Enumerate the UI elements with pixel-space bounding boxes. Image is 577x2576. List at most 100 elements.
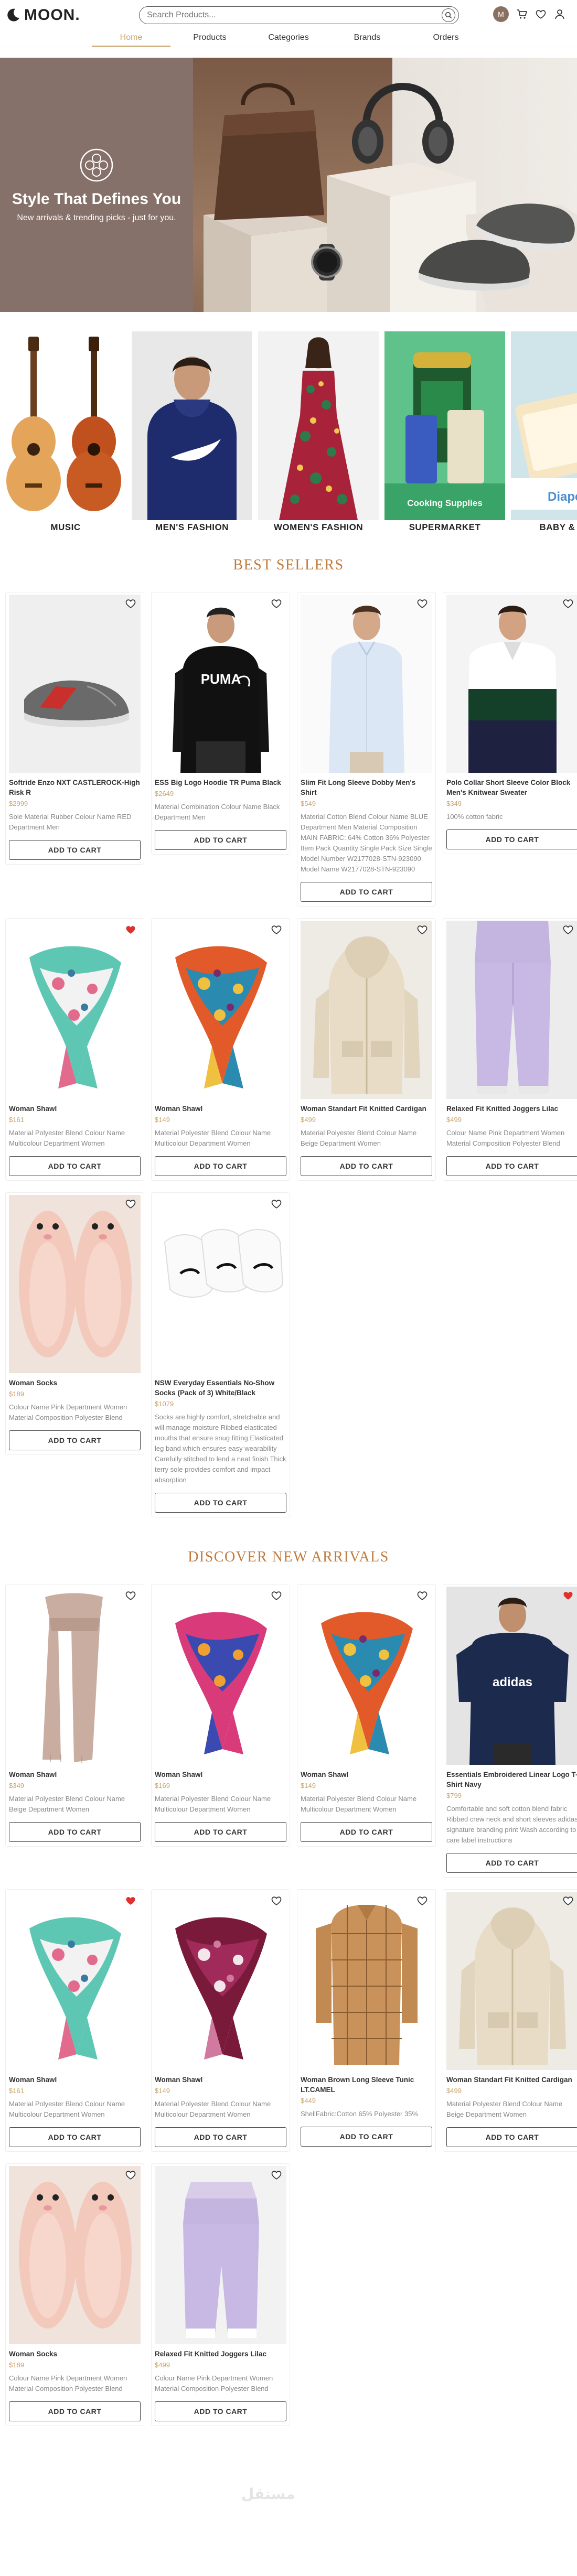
svg-text:PUMA: PUMA xyxy=(201,671,241,687)
add-to-cart-button[interactable]: ADD TO CART xyxy=(446,2127,577,2147)
favorite-icon[interactable] xyxy=(271,924,282,935)
add-to-cart-button[interactable]: ADD TO CART xyxy=(155,1822,286,1842)
product-description: Comfortable and soft cotton blend fabric… xyxy=(446,1805,577,1844)
heart-icon[interactable] xyxy=(535,8,547,20)
favorite-icon[interactable] xyxy=(562,598,574,609)
product-price: $499 xyxy=(446,1116,462,1124)
add-to-cart-button[interactable]: ADD TO CART xyxy=(9,840,141,860)
product-image xyxy=(9,921,141,1099)
add-to-cart-button[interactable]: ADD TO CART xyxy=(9,1822,141,1842)
category-card[interactable]: MUSIC xyxy=(5,331,126,531)
nav-brands[interactable]: Brands xyxy=(328,30,407,47)
favorite-icon[interactable] xyxy=(416,598,428,609)
product-image xyxy=(301,1892,432,2070)
product-card[interactable]: Woman Socks $189 Colour Name Pink Depart… xyxy=(5,2163,144,2426)
product-card[interactable]: Polo Collar Short Sleeve Color Block Men… xyxy=(443,592,577,854)
product-card[interactable]: Woman Shawl $149 Material Polyester Blen… xyxy=(297,1584,436,1847)
add-to-cart-button[interactable]: ADD TO CART xyxy=(446,1156,577,1176)
favorite-icon[interactable] xyxy=(271,2169,282,2181)
category-card[interactable]: WOMEN'S FASHION xyxy=(258,331,379,531)
product-card[interactable]: Woman Shawl $161 Material Polyester Blen… xyxy=(5,918,144,1181)
product-description: Material Polyester Blend Colour Name Mul… xyxy=(155,1795,271,1813)
add-to-cart-button[interactable]: ADD TO CART xyxy=(155,1156,286,1176)
product-card[interactable]: Slim Fit Long Sleeve Dobby Men's Shirt $… xyxy=(297,592,436,907)
add-to-cart-button[interactable]: ADD TO CART xyxy=(301,882,432,902)
product-image xyxy=(155,1195,286,1373)
product-card[interactable]: Woman Standart Fit Knitted Cardigan $499… xyxy=(443,1889,577,2152)
search-button[interactable] xyxy=(442,8,455,22)
product-card[interactable]: Woman Shawl $349 Material Polyester Blen… xyxy=(5,1584,144,1847)
hero-banner[interactable]: Style That Defines You New arrivals & tr… xyxy=(0,58,577,312)
product-name: Woman Standart Fit Knitted Cardigan xyxy=(301,1105,426,1113)
product-description: Colour Name Pink Department Women Materi… xyxy=(155,2374,273,2392)
product-card[interactable]: Woman Shawl $161 Material Polyester Blen… xyxy=(5,1889,144,2152)
product-card[interactable]: Woman Brown Long Sleeve Tunic LT.CAMEL $… xyxy=(297,1889,436,2151)
product-card[interactable]: Woman Standart Fit Knitted Cardigan $499… xyxy=(297,918,436,1181)
user-icon[interactable] xyxy=(554,8,565,20)
favorite-icon[interactable] xyxy=(562,1895,574,1906)
product-card[interactable]: PUMA ESS Big Logo Hoodie TR Puma Black $… xyxy=(151,592,290,855)
category-card[interactable]: Cooking Supplies SUPERMARKET xyxy=(384,331,505,531)
add-to-cart-button[interactable]: ADD TO CART xyxy=(446,1853,577,1873)
favorite-icon[interactable] xyxy=(416,924,428,935)
product-name: Woman Shawl xyxy=(155,1105,203,1113)
favorite-icon[interactable] xyxy=(416,1590,428,1601)
add-to-cart-button[interactable]: ADD TO CART xyxy=(155,830,286,850)
product-price: $149 xyxy=(155,2087,170,2095)
product-card[interactable]: Softride Enzo NXT CASTLEROCK-High Risk R… xyxy=(5,592,144,865)
favorite-icon[interactable] xyxy=(416,1895,428,1906)
favorite-icon[interactable] xyxy=(125,598,136,609)
nav-products[interactable]: Products xyxy=(170,30,249,47)
category-card[interactable]: MEN'S FASHION xyxy=(132,331,252,531)
favorite-filled-icon[interactable] xyxy=(562,1590,574,1601)
product-price: $169 xyxy=(155,1782,170,1790)
add-to-cart-button[interactable]: ADD TO CART xyxy=(301,2127,432,2147)
nav-home[interactable]: Home xyxy=(92,30,170,47)
favorite-icon[interactable] xyxy=(271,1590,282,1601)
product-name: Woman Shawl xyxy=(9,1771,57,1779)
add-to-cart-button[interactable]: ADD TO CART xyxy=(9,1430,141,1450)
product-card[interactable]: Woman Shawl $149 Material Polyester Blen… xyxy=(151,918,290,1181)
category-card[interactable]: Diaper BABY & TOYS xyxy=(511,331,577,531)
product-price: $149 xyxy=(155,1116,170,1124)
nav-orders[interactable]: Orders xyxy=(407,30,485,47)
favorite-icon[interactable] xyxy=(125,1198,136,1210)
add-to-cart-button[interactable]: ADD TO CART xyxy=(155,2127,286,2147)
add-to-cart-button[interactable]: ADD TO CART xyxy=(446,829,577,849)
add-to-cart-button[interactable]: ADD TO CART xyxy=(301,1156,432,1176)
product-card[interactable]: Woman Socks $189 Colour Name Pink Depart… xyxy=(5,1192,144,1455)
product-description: Material Polyester Blend Colour Name Bei… xyxy=(9,1795,125,1813)
add-to-cart-button[interactable]: ADD TO CART xyxy=(9,2401,141,2421)
favorite-icon[interactable] xyxy=(271,1198,282,1210)
product-price: $161 xyxy=(9,2087,24,2095)
nav-categories[interactable]: Categories xyxy=(249,30,328,47)
favorite-filled-icon[interactable] xyxy=(125,1895,136,1906)
search-input[interactable] xyxy=(147,10,442,20)
add-to-cart-button[interactable]: ADD TO CART xyxy=(155,2401,286,2421)
logo[interactable]: MOON. xyxy=(5,6,80,24)
product-description: Colour Name Pink Department Women Materi… xyxy=(9,1403,127,1421)
product-photo xyxy=(9,595,141,773)
add-to-cart-button[interactable]: ADD TO CART xyxy=(9,2127,141,2147)
add-to-cart-button[interactable]: ADD TO CART xyxy=(155,1493,286,1513)
favorite-icon[interactable] xyxy=(125,2169,136,2181)
product-card[interactable]: Woman Shawl $169 Material Polyester Blen… xyxy=(151,1584,290,1847)
cart-icon[interactable] xyxy=(516,8,528,20)
favorite-icon[interactable] xyxy=(271,1895,282,1906)
avatar[interactable]: M xyxy=(493,6,509,22)
product-card[interactable]: NSW Everyday Essentials No-Show Socks (P… xyxy=(151,1192,290,1517)
mens-hoodie-image xyxy=(132,331,252,520)
product-price: $161 xyxy=(9,1116,24,1124)
favorite-icon[interactable] xyxy=(125,1590,136,1601)
product-card[interactable]: Relaxed Fit Knitted Joggers Lilac $499 C… xyxy=(151,2163,290,2426)
favorite-icon[interactable] xyxy=(271,598,282,609)
product-card[interactable]: Woman Shawl $149 Material Polyester Blen… xyxy=(151,1889,290,2152)
favorite-filled-icon[interactable] xyxy=(125,924,136,935)
favorite-icon[interactable] xyxy=(562,924,574,935)
brand-emblem-icon xyxy=(80,148,113,182)
product-price: $499 xyxy=(155,2361,170,2369)
product-card[interactable]: adidas Essentials Embroidered Linear Log… xyxy=(443,1584,577,1878)
add-to-cart-button[interactable]: ADD TO CART xyxy=(9,1156,141,1176)
product-card[interactable]: Relaxed Fit Knitted Joggers Lilac $499 C… xyxy=(443,918,577,1181)
add-to-cart-button[interactable]: ADD TO CART xyxy=(301,1822,432,1842)
